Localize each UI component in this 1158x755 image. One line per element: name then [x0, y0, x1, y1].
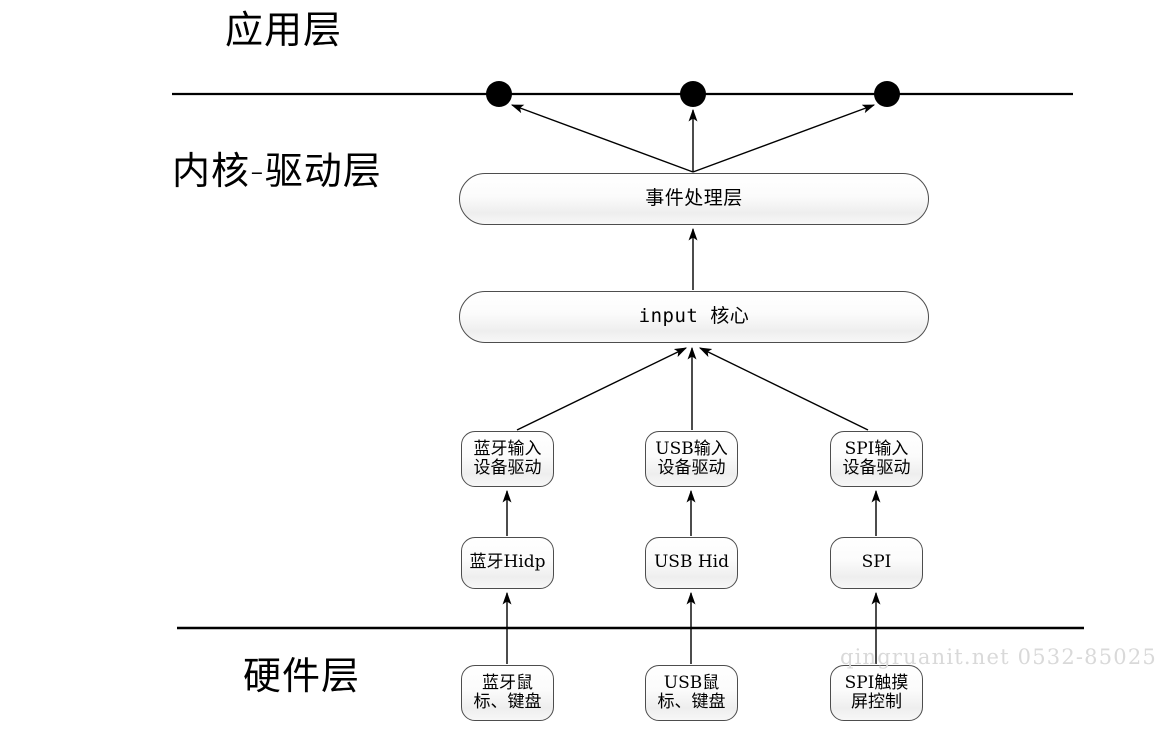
node-input-core-label: input 核心	[638, 305, 750, 328]
node-spi-label: SPI	[861, 552, 892, 573]
connector-driver-bt-to-inputcore	[516, 347, 688, 431]
node-bluetooth-input-device-driver-label: 蓝牙输入 设备驱动	[473, 438, 542, 478]
node-usb-input-device-driver[interactable]: USB输入 设备驱动	[645, 431, 738, 487]
node-usb-mouse-keyboard[interactable]: USB鼠 标、键盘	[645, 665, 738, 721]
layer-title-application: 应用层	[225, 8, 343, 52]
app-endpoint-right[interactable]	[874, 81, 900, 107]
node-spi-touchscreen-controller[interactable]: SPI触摸 屏控制	[830, 665, 923, 721]
connector-event-to-app-right	[692, 104, 876, 173]
node-spi-touchscreen-controller-label: SPI触摸 屏控制	[844, 672, 909, 712]
connector-driver-spi-to-inputcore	[698, 347, 869, 431]
layer-title-kernel: 内核-驱动层	[172, 149, 382, 193]
node-bluetooth-mouse-keyboard[interactable]: 蓝牙鼠 标、键盘	[461, 665, 554, 721]
diagram-connections	[172, 81, 1084, 664]
node-bluetooth-hidp[interactable]: 蓝牙Hidp	[461, 537, 554, 589]
diagram-canvas: 应用层 内核-驱动层 硬件层 事件处理层 input 核心 蓝牙输入 设备驱动 …	[0, 0, 1158, 755]
node-spi-input-device-driver-label: SPI输入 设备驱动	[842, 438, 911, 478]
node-input-core[interactable]: input 核心	[459, 291, 929, 343]
node-event-handling-layer[interactable]: 事件处理层	[459, 173, 929, 225]
app-endpoint-left[interactable]	[486, 81, 512, 107]
node-spi-input-device-driver[interactable]: SPI输入 设备驱动	[830, 431, 923, 487]
node-usb-hid[interactable]: USB Hid	[645, 537, 738, 589]
node-usb-hid-label: USB Hid	[653, 552, 729, 573]
node-event-handling-layer-label: 事件处理层	[645, 187, 743, 210]
node-usb-input-device-driver-label: USB输入 设备驱动	[655, 438, 728, 478]
layer-title-hardware: 硬件层	[243, 654, 361, 698]
node-bluetooth-mouse-keyboard-label: 蓝牙鼠 标、键盘	[473, 672, 542, 712]
node-bluetooth-input-device-driver[interactable]: 蓝牙输入 设备驱动	[461, 431, 554, 487]
node-bluetooth-hidp-label: 蓝牙Hidp	[469, 552, 546, 573]
connector-event-to-app-left	[510, 104, 694, 173]
node-spi[interactable]: SPI	[830, 537, 923, 589]
app-endpoint-center[interactable]	[680, 81, 706, 107]
node-usb-mouse-keyboard-label: USB鼠 标、键盘	[657, 672, 726, 712]
